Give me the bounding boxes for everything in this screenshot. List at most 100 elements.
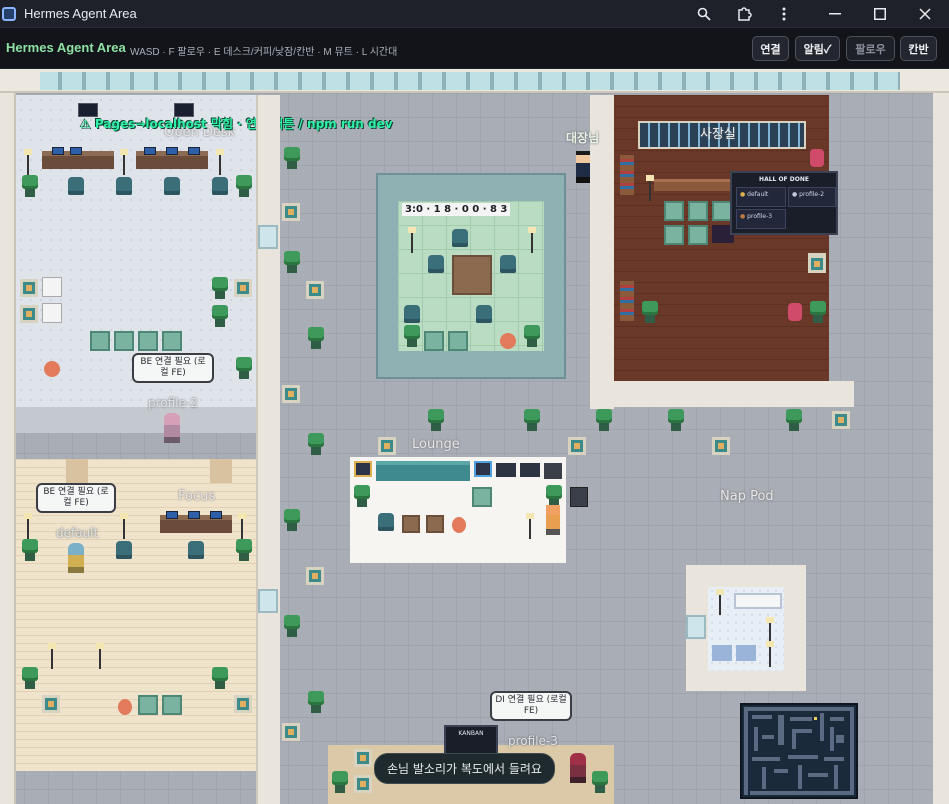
alerts-button[interactable]: 알림✓ <box>795 36 840 61</box>
bean-bag <box>118 699 132 715</box>
kanban-board[interactable]: KANBAN <box>444 725 498 755</box>
boss-avatar[interactable] <box>576 151 590 185</box>
hud-bar: Hermes Agent Area WASD · F 팔로우 · E 데스크/커… <box>0 28 949 69</box>
more-icon[interactable] <box>764 0 804 28</box>
table-tile <box>162 331 182 351</box>
potted-plant <box>212 667 228 689</box>
chair[interactable] <box>116 541 132 559</box>
chair[interactable] <box>188 541 204 559</box>
speech-bubble: BE 연결 필요 (로컬 FE) <box>132 353 214 383</box>
nap-bed[interactable] <box>734 593 782 609</box>
connect-button[interactable]: 연결 <box>752 36 789 61</box>
monitor <box>52 147 64 155</box>
follow-button[interactable]: 팔로우 <box>846 36 895 61</box>
chair[interactable] <box>378 513 394 531</box>
window-title-bar: Hermes Agent Area <box>0 0 949 28</box>
coffee-machine[interactable] <box>496 463 516 477</box>
table-tile <box>138 331 158 351</box>
chair[interactable] <box>404 305 420 323</box>
floor-lamp <box>120 149 128 175</box>
nap-cushion[interactable] <box>712 645 732 661</box>
flower-pot <box>788 303 802 321</box>
table-tile <box>424 331 444 351</box>
partition-wall <box>614 381 854 407</box>
potted-plant <box>592 771 608 793</box>
window <box>686 615 706 639</box>
lounge-table[interactable] <box>426 515 444 533</box>
table-tile <box>664 201 684 221</box>
floor-lamp <box>24 149 32 175</box>
potted-plant <box>236 175 252 197</box>
potted-plant <box>308 433 324 455</box>
zoom-icon[interactable] <box>684 0 724 28</box>
table-tile <box>688 201 708 221</box>
speech-bubble: BE 연결 필요 (로컬 FE) <box>36 483 116 513</box>
hall-entry: ● profile-3 <box>736 209 786 229</box>
floor-tile <box>210 459 232 483</box>
partition-wall <box>256 95 280 804</box>
maximize-icon[interactable] <box>860 0 900 28</box>
worker-avatar[interactable] <box>546 505 560 535</box>
nap-cushion[interactable] <box>736 645 756 661</box>
meeting-table[interactable] <box>452 255 492 295</box>
chair[interactable] <box>476 305 492 323</box>
floor-lamp <box>238 513 246 539</box>
room-label-nap-pod: Nap Pod <box>720 489 774 504</box>
hall-entry: ● default <box>736 187 786 207</box>
arcade-screen[interactable] <box>474 461 492 477</box>
room-label-focus: Focus <box>178 489 216 504</box>
potted-plant <box>642 301 658 323</box>
monitor <box>210 511 222 519</box>
minimap[interactable] <box>740 703 858 799</box>
chair[interactable] <box>116 177 132 195</box>
flower-pot <box>810 149 824 167</box>
lounge-table[interactable] <box>402 515 420 533</box>
coffee-machine[interactable] <box>520 463 540 477</box>
potted-plant <box>22 175 38 197</box>
extensions-icon[interactable] <box>724 0 764 28</box>
monitor <box>70 147 82 155</box>
table-tile <box>162 695 182 715</box>
wall-frame <box>234 695 252 713</box>
profile-3-name-tag: profile-3 <box>508 734 558 748</box>
chair[interactable] <box>212 177 228 195</box>
floor-lamp <box>766 641 774 667</box>
default-avatar[interactable] <box>68 543 84 577</box>
potted-plant <box>22 539 38 561</box>
speech-bubble: DI 연결 필요 (로컬 FE) <box>490 691 572 721</box>
chair[interactable] <box>164 177 180 195</box>
potted-plant <box>524 409 540 431</box>
chair[interactable] <box>428 255 444 273</box>
window <box>258 589 278 613</box>
hall-of-done-board[interactable]: HALL OF DONE ● default ● profile-2 ● pro… <box>730 171 838 235</box>
vending-machine[interactable] <box>544 463 562 479</box>
potted-plant <box>308 691 324 713</box>
floor-lamp <box>408 227 416 253</box>
chair[interactable] <box>452 229 468 247</box>
wall-frame <box>354 775 372 793</box>
potted-plant <box>332 771 348 793</box>
floor-lamp <box>48 643 56 669</box>
kanban-button[interactable]: 칸반 <box>900 36 937 61</box>
coffee-machine[interactable] <box>570 487 588 507</box>
wall-frame <box>378 437 396 455</box>
monitor <box>144 147 156 155</box>
floor-lamp <box>216 149 224 175</box>
floor-lamp <box>646 175 654 201</box>
table-tile <box>664 225 684 245</box>
hall-entry-name: profile-3 <box>747 213 773 220</box>
close-icon[interactable] <box>905 0 945 28</box>
arcade-screen[interactable] <box>354 461 372 477</box>
profile-3-avatar[interactable] <box>570 753 586 787</box>
chair[interactable] <box>68 177 84 195</box>
profile-2-avatar[interactable] <box>164 413 180 447</box>
sofa[interactable] <box>376 461 470 481</box>
minimize-icon[interactable] <box>815 0 855 28</box>
chair[interactable] <box>500 255 516 273</box>
wall-frame <box>306 281 324 299</box>
wall-frame <box>832 411 850 429</box>
floor-lamp <box>716 589 724 615</box>
wall-frame <box>282 203 300 221</box>
kanban-board-title: KANBAN <box>458 730 484 737</box>
office-map[interactable]: Open Desk ⚠ Pages→localhost 막힘 · 연결 버튼 /… <box>0 69 949 804</box>
